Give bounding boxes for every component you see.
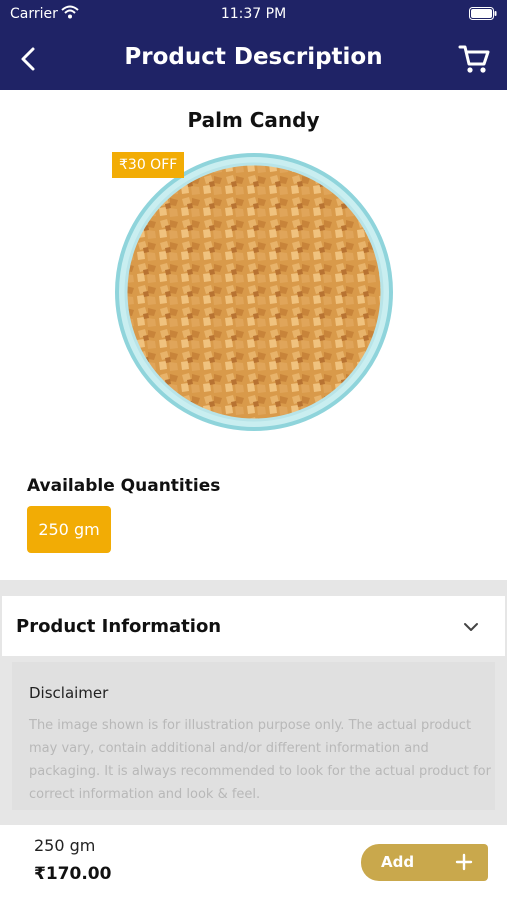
discount-badge: ₹30 OFF — [112, 152, 185, 178]
product-information-title: Product Information — [16, 616, 222, 637]
quantity-option[interactable]: 250 gm — [27, 506, 111, 553]
selected-quantity: 250 gm — [34, 836, 96, 855]
app-header: Carrier 11:37 PM Product Description — [0, 0, 507, 90]
product-name: Palm Candy — [187, 108, 320, 132]
disclaimer-block: Disclaimer The image shown is for illust… — [12, 662, 495, 810]
status-bar: Carrier 11:37 PM — [0, 0, 507, 28]
product-information-toggle[interactable]: Product Information — [2, 596, 505, 656]
page-title: Product Description — [124, 44, 383, 70]
cart-icon[interactable] — [457, 42, 491, 76]
chevron-down-icon — [464, 623, 478, 631]
nav-bar: Product Description — [0, 36, 507, 82]
plus-icon — [455, 853, 473, 871]
add-to-cart-button[interactable]: Add — [361, 844, 488, 881]
battery-icon — [469, 7, 497, 20]
price-label: ₹170.00 — [34, 864, 112, 884]
disclaimer-title: Disclaimer — [29, 684, 109, 702]
available-quantities-heading: Available Quantities — [27, 476, 221, 496]
add-label: Add — [381, 853, 415, 871]
product-image — [115, 153, 393, 431]
disclaimer-text: The image shown is for illustration purp… — [29, 718, 491, 802]
cart-bar: 250 gm ₹170.00 Add — [0, 826, 507, 900]
status-time: 11:37 PM — [220, 6, 287, 22]
